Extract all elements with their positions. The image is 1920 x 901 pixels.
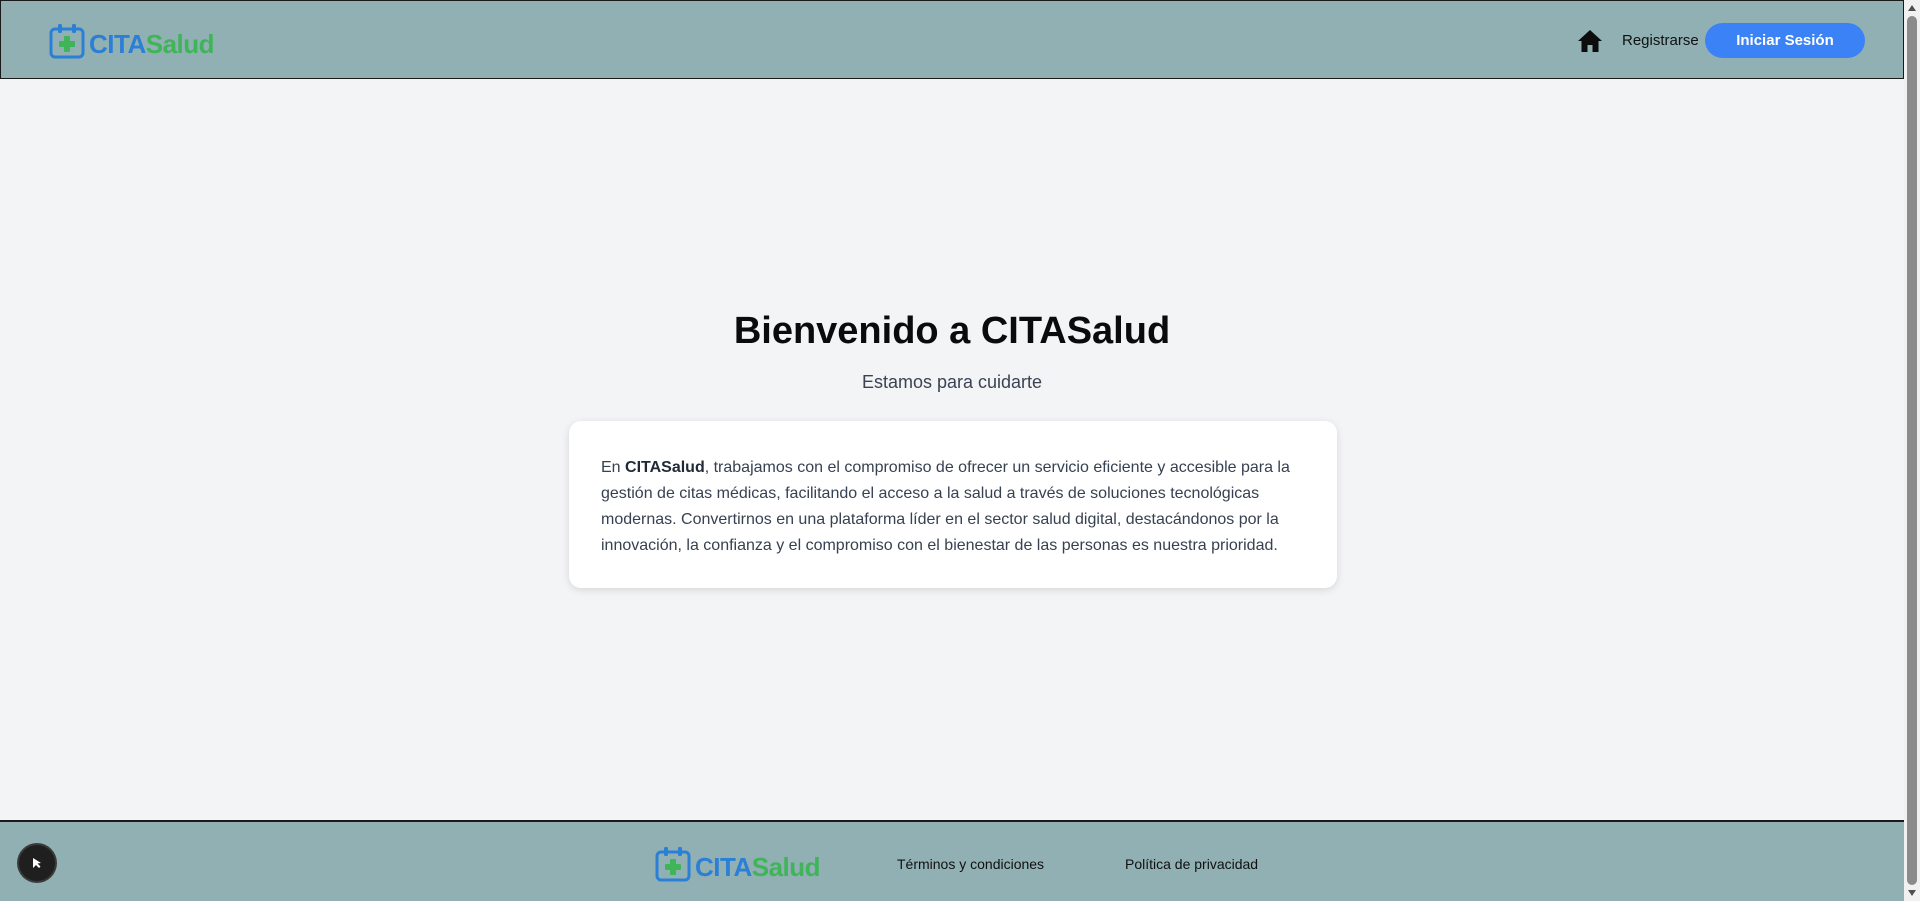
page-title: Bienvenido a CITASalud [733, 310, 1171, 352]
logo-text-salud: Salud [145, 28, 215, 59]
home-icon[interactable] [1577, 29, 1603, 53]
scroll-down-arrow-icon[interactable] [1904, 885, 1920, 901]
terms-link[interactable]: Términos y condiciones [897, 856, 1044, 872]
footer: CITASalud Términos y condiciones Polític… [0, 820, 1904, 901]
about-intro: En [601, 459, 626, 476]
calendar-plus-icon [49, 23, 85, 64]
about-brand: CITASalud [625, 459, 705, 476]
about-text: En CITASalud, trabajamos con el compromi… [601, 455, 1305, 559]
page: CITASalud Registrarse Iniciar Sesión Bie… [0, 0, 1904, 901]
header-logo[interactable]: CITASalud [49, 23, 215, 64]
login-button[interactable]: Iniciar Sesión [1705, 23, 1865, 58]
about-card: En CITASalud, trabajamos con el compromi… [569, 421, 1337, 588]
header: CITASalud Registrarse Iniciar Sesión [0, 0, 1904, 79]
calendar-plus-icon [655, 846, 691, 887]
about-body: , trabajamos con el compromiso de ofrece… [601, 459, 1290, 554]
vertical-scrollbar[interactable] [1904, 0, 1920, 901]
scroll-up-arrow-icon[interactable] [1904, 0, 1920, 16]
footer-logo[interactable]: CITASalud [655, 846, 821, 887]
logo-text-cita: CITA [695, 851, 752, 882]
floating-action-button[interactable] [19, 845, 55, 881]
register-link[interactable]: Registrarse [1622, 32, 1699, 49]
page-subtitle: Estamos para cuidarte [861, 372, 1043, 392]
privacy-link[interactable]: Política de privacidad [1125, 856, 1258, 872]
scrollbar-thumb[interactable] [1907, 16, 1917, 885]
logo-text-salud: Salud [751, 851, 821, 882]
arrow-cursor-icon [33, 858, 41, 868]
logo-text-cita: CITA [89, 28, 146, 59]
